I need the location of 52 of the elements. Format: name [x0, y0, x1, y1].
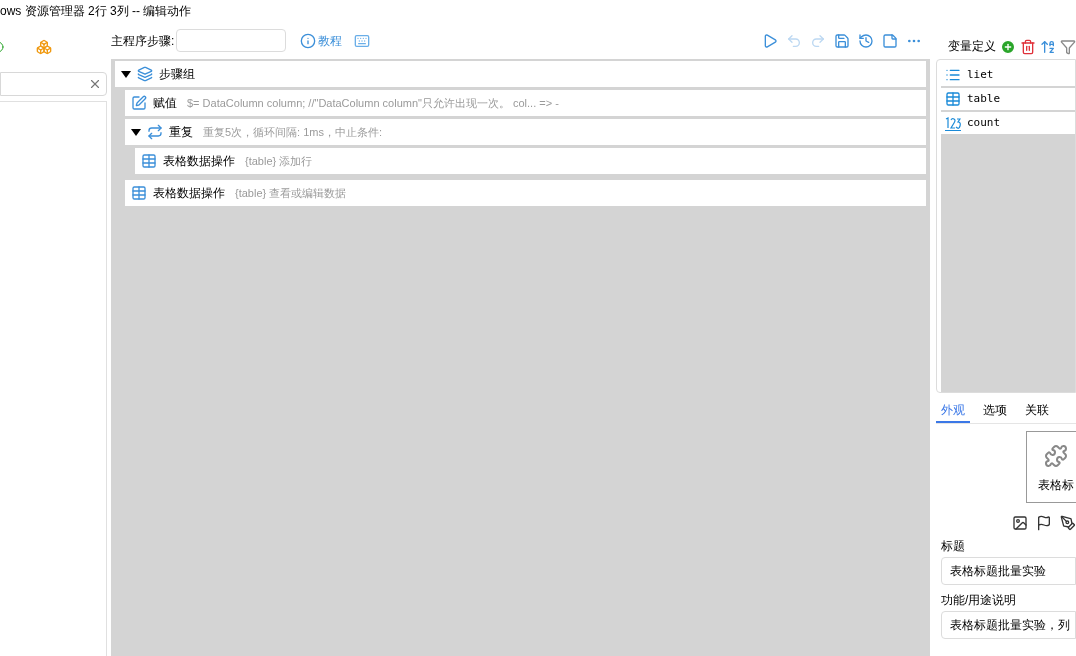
info-icon[interactable] — [300, 32, 317, 49]
add-icon[interactable] — [1000, 39, 1016, 55]
variable-item[interactable]: liet — [941, 64, 1075, 86]
step-detail: $= DataColumn column; //"DataColumn column"只允许出现一次。 col... => - — [187, 95, 559, 111]
table-icon — [945, 91, 961, 107]
keyboard-icon[interactable] — [354, 32, 371, 49]
window-title: ows 资源管理器 2行 3列 -- 编辑动作 — [0, 3, 192, 20]
flag-icon[interactable] — [1036, 515, 1052, 531]
tab[interactable]: 选项 — [978, 399, 1012, 423]
step-detail: 重复5次，循环间隔: 1ms，中止条件: — [203, 124, 383, 140]
step-detail: {table} 添加行 — [245, 153, 313, 169]
tab[interactable]: 关联 — [1020, 399, 1054, 423]
tutorial-link[interactable]: 教程 — [318, 31, 343, 50]
list-icon — [945, 67, 961, 83]
step-name[interactable]: 表格数据操作 — [163, 152, 235, 170]
table-icon — [141, 153, 157, 169]
step-label: 主程序步骤: — [111, 32, 175, 50]
tab[interactable]: 外观 — [936, 399, 970, 423]
expand-arrow-icon[interactable] — [121, 70, 131, 78]
repeat-icon — [147, 124, 163, 140]
text-field[interactable]: 表格标题批量实验，列 — [941, 611, 1076, 639]
variables-title: 变量定义 — [948, 38, 996, 55]
edit-icon — [131, 95, 147, 111]
step-name[interactable]: 步骤组 — [159, 65, 195, 83]
expand-arrow-icon[interactable] — [131, 128, 141, 136]
variable-item[interactable]: count — [941, 112, 1075, 134]
step-name[interactable]: 赋值 — [153, 94, 177, 112]
save-icon[interactable] — [834, 32, 850, 49]
image-icon[interactable] — [1012, 515, 1028, 531]
puzzle-icon — [1044, 444, 1068, 468]
step-input[interactable] — [176, 29, 287, 52]
history-icon[interactable] — [858, 32, 874, 49]
search-field[interactable] — [0, 72, 107, 96]
variable-item[interactable]: table — [941, 88, 1075, 110]
layers-icon — [137, 66, 153, 82]
pen-icon[interactable] — [1060, 515, 1076, 531]
sort-icon[interactable] — [1040, 39, 1056, 55]
field-label: 标题 — [941, 538, 966, 555]
text-field[interactable]: 表格标题批量实验 — [941, 557, 1076, 585]
filter-icon[interactable] — [1060, 39, 1076, 55]
step-name[interactable]: 表格数据操作 — [153, 184, 225, 202]
preview-caption: 表格标 — [1038, 477, 1074, 494]
step-name[interactable]: 重复 — [169, 123, 193, 141]
boxes-icon[interactable] — [36, 39, 52, 55]
delete-icon[interactable] — [1020, 39, 1036, 55]
run-icon[interactable] — [762, 32, 778, 49]
table-icon — [131, 185, 147, 201]
number-icon — [945, 115, 961, 131]
close-icon[interactable] — [88, 77, 102, 91]
field-label: 功能/用途说明 — [941, 592, 1018, 609]
step-detail: {table} 查看或编辑数据 — [235, 185, 347, 201]
note-icon[interactable] — [882, 32, 898, 49]
